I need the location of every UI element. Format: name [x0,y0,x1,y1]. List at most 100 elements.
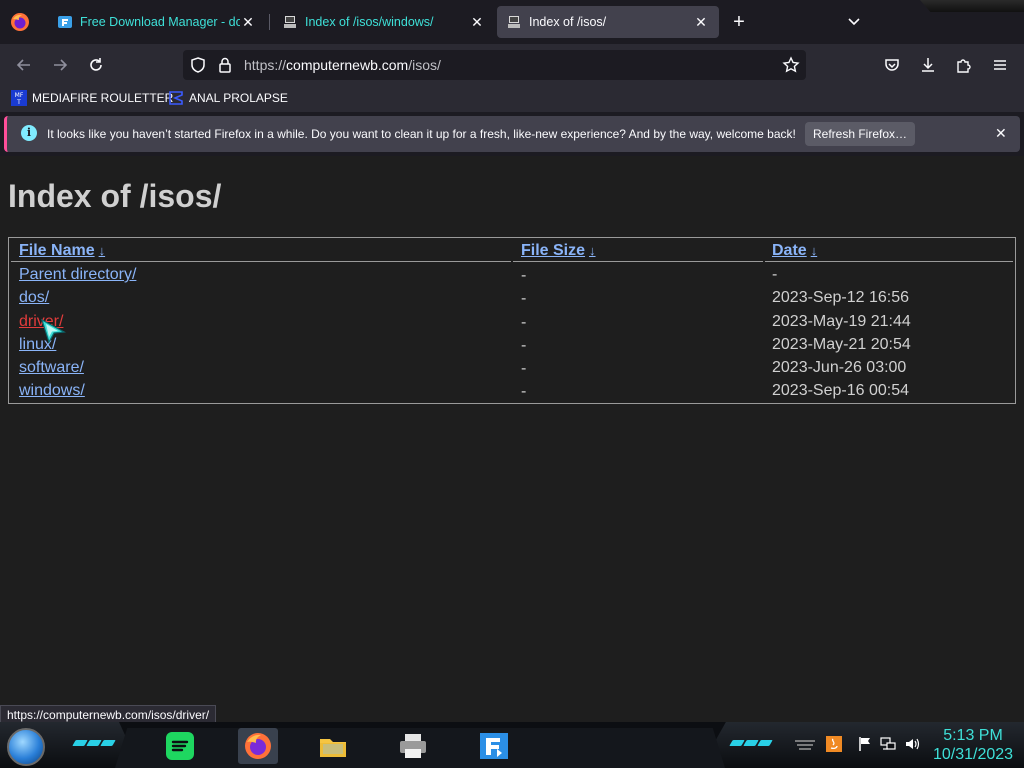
download-icon [922,58,934,72]
mft-icon: MFT [11,90,27,106]
page-title: Index of /isos/ [8,178,222,214]
url-bar[interactable]: https://computernewb.com/isos/ [183,50,806,80]
url-path: /isos/ [408,57,441,73]
file-link[interactable]: dos/ [19,289,49,307]
window-frame-decoration [920,0,1024,12]
taskbar-app-firefox[interactable] [238,728,278,764]
downloads-button[interactable] [917,54,939,76]
taskbar-app-printer[interactable] [393,728,433,764]
refresh-firefox-button[interactable]: Refresh Firefox… [805,122,915,146]
system-clock[interactable]: 5:13 PM 10/31/2023 [928,726,1018,764]
taskbar-app-free-download-manager[interactable] [474,728,514,764]
java-icon[interactable] [826,736,842,752]
sigma-icon [169,91,183,105]
close-tab-icon[interactable]: ✕ [469,14,485,30]
url-text[interactable]: https://computernewb.com/isos/ [244,57,441,73]
app-menu-button[interactable] [989,54,1011,76]
tab-isos[interactable]: Index of /isos/ ✕ [497,6,719,38]
lock-icon[interactable] [216,56,234,74]
close-tab-icon[interactable]: ✕ [240,14,256,30]
url-scheme: https:// [244,57,287,73]
computernewb-favicon-icon [284,16,296,28]
mouse-cursor-icon [40,318,66,344]
hamburger-menu-icon [994,60,1006,70]
clock-time: 5:13 PM [943,727,1003,744]
list-all-tabs-icon[interactable] [844,12,864,32]
spotify-icon [166,732,194,760]
header-label: Date [772,242,807,259]
file-date: 2023-Jun-26 03:00 [772,359,907,376]
extensions-button[interactable] [953,54,975,76]
bookmark-mediafire-rouletter[interactable]: MF T MEDIAFIRE ROULETTER [11,90,173,106]
table-row: Parent directory/ - - [9,265,1015,288]
tab-separator [269,14,270,30]
url-host: computernewb.com [286,57,409,73]
action-center-flag-icon[interactable] [857,736,873,752]
tab-title: Index of /isos/ [529,15,607,29]
reload-button[interactable] [85,54,107,76]
firefox-menu-icon[interactable] [10,12,30,32]
file-size: - [521,267,527,284]
taskbar: 5:13 PM 10/31/2023 [0,722,1024,768]
table-row: software/ - 2023-Jun-26 03:00 [9,358,1015,381]
volume-icon[interactable] [904,736,920,752]
stacked-lines-icon[interactable] [793,736,817,752]
navigation-toolbar: https://computernewb.com/isos/ [0,44,1024,86]
table-row: dos/ - 2023-Sep-12 16:56 [9,288,1015,311]
notification-message: It looks like you haven’t started Firefo… [47,127,796,141]
back-button[interactable] [13,54,35,76]
svg-text:T: T [16,99,21,106]
tracking-protection-shield-icon[interactable] [189,56,207,74]
network-icon[interactable] [880,736,896,752]
firefox-icon [245,733,271,759]
column-header-file-name[interactable]: File Name ↓ [19,242,105,260]
bookmark-label: ANAL PROLAPSE [189,91,288,105]
printer-icon [400,734,426,758]
file-date: 2023-Sep-16 00:54 [772,382,909,399]
table-row: linux/ - 2023-May-21 20:54 [9,335,1015,358]
file-date: - [772,266,778,283]
file-link[interactable]: windows/ [19,382,85,400]
info-icon: i [21,125,37,141]
file-explorer-icon [320,739,346,757]
tab-strip: Free Download Manager - dow ✕ Index of /… [0,0,1024,44]
file-date: 2023-Sep-12 16:56 [772,289,909,306]
tab-isos-windows[interactable]: Index of /isos/windows/ ✕ [273,6,495,38]
file-size: - [521,360,527,377]
tab-free-download-manager[interactable]: Free Download Manager - dow ✕ [48,6,266,38]
pocket-button[interactable] [881,54,903,76]
bookmark-label: MEDIAFIRE ROULETTER [32,91,174,105]
page-content: Index of /isos/ File Name ↓ File Size ↓ Da… [0,156,1024,722]
sort-arrow-icon: ↓ [98,243,106,258]
tab-title: Free Download Manager - dow [80,15,240,29]
table-row: windows/ - 2023-Sep-16 00:54 [9,381,1015,404]
file-date: 2023-May-21 20:54 [772,336,911,353]
sort-arrow-icon: ↓ [810,243,818,258]
file-size: - [521,314,527,331]
free-download-manager-icon [480,733,508,759]
taskbar-app-spotify[interactable] [160,728,200,764]
close-tab-icon[interactable]: ✕ [693,14,709,30]
fdm-favicon-icon [58,16,72,28]
column-header-date[interactable]: Date ↓ [772,242,817,260]
svg-text:MF: MF [15,92,24,99]
close-notification-icon[interactable]: ✕ [995,125,1007,142]
file-size: - [521,290,527,307]
bookmarks-toolbar: MF T MEDIAFIRE ROULETTER ANAL PROLAPSE [0,86,1024,112]
taskbar-app-file-explorer[interactable] [313,728,353,764]
file-size: - [521,383,527,400]
file-link[interactable]: software/ [19,359,84,377]
column-header-file-size[interactable]: File Size ↓ [521,242,596,260]
new-tab-button[interactable]: + [729,12,749,32]
directory-listing-table: File Name ↓ File Size ↓ Date ↓ Parent direc… [8,237,1016,404]
back-arrow-icon [16,59,30,71]
file-link[interactable]: Parent directory/ [19,266,136,284]
puzzle-piece-icon [957,59,971,73]
forward-button[interactable] [49,54,71,76]
bookmark-star-icon[interactable] [782,56,800,74]
header-divider [513,261,763,262]
file-date: 2023-May-19 21:44 [772,313,911,330]
start-button[interactable] [7,728,45,766]
forward-arrow-icon [54,59,68,71]
bookmark-second[interactable]: ANAL PROLAPSE [168,90,288,106]
